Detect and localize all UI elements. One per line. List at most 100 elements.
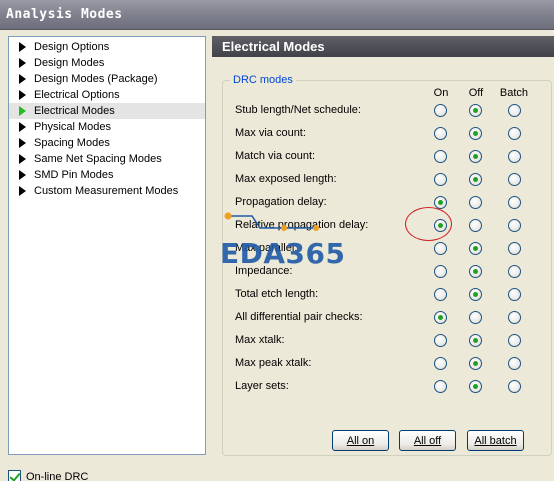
- watermark-text: EDA365: [220, 237, 346, 270]
- drc-mode-row: Max exposed length:: [212, 171, 554, 189]
- tree-item-label: Physical Modes: [34, 121, 112, 133]
- radio-batch[interactable]: [508, 242, 521, 255]
- radio-batch[interactable]: [508, 150, 521, 163]
- drc-mode-label: Max peak xtalk:: [235, 357, 312, 369]
- tree-item-electrical-options[interactable]: Electrical Options: [9, 87, 205, 103]
- radio-on[interactable]: [434, 334, 447, 347]
- drc-mode-label: Layer sets:: [235, 380, 289, 392]
- tree-item-spacing-modes[interactable]: Spacing Modes: [9, 135, 205, 151]
- radio-off[interactable]: [469, 196, 482, 209]
- all-off-label: All off: [413, 434, 442, 447]
- drc-mode-label: Max via count:: [235, 127, 306, 139]
- panel-title: Electrical Modes: [222, 39, 325, 54]
- radio-off[interactable]: [469, 242, 482, 255]
- radio-off[interactable]: [469, 334, 482, 347]
- window-title: Analysis Modes: [6, 7, 123, 22]
- tree-item-design-modes-package[interactable]: Design Modes (Package): [9, 71, 205, 87]
- radio-batch[interactable]: [508, 265, 521, 278]
- drc-mode-row: Match via count:: [212, 148, 554, 166]
- drc-mode-label: Stub length/Net schedule:: [235, 104, 361, 116]
- all-batch-label: All batch: [474, 434, 517, 447]
- radio-off[interactable]: [469, 265, 482, 278]
- radio-off[interactable]: [469, 127, 482, 140]
- radio-on[interactable]: [434, 380, 447, 393]
- radio-on[interactable]: [434, 311, 447, 324]
- tree-item-design-options[interactable]: Design Options: [9, 39, 205, 55]
- radio-on[interactable]: [434, 173, 447, 186]
- drc-mode-label: All differential pair checks:: [235, 311, 363, 323]
- drc-mode-label: Match via count:: [235, 150, 316, 162]
- radio-batch[interactable]: [508, 380, 521, 393]
- radio-batch[interactable]: [508, 311, 521, 324]
- column-header-batch: Batch: [499, 87, 529, 99]
- online-drc-checkbox[interactable]: [8, 470, 21, 481]
- tree-item-design-modes[interactable]: Design Modes: [9, 55, 205, 71]
- radio-off[interactable]: [469, 219, 482, 232]
- radio-on[interactable]: [434, 104, 447, 117]
- all-batch-button[interactable]: All batch: [467, 430, 524, 451]
- tree-expand-arrow-icon[interactable]: [19, 90, 26, 100]
- drc-mode-label: Propagation delay:: [235, 196, 327, 208]
- drc-mode-row: Stub length/Net schedule:: [212, 102, 554, 120]
- tree-item-label: Same Net Spacing Modes: [34, 153, 162, 165]
- tree-expand-arrow-icon[interactable]: [19, 186, 26, 196]
- tree-expand-arrow-icon[interactable]: [19, 106, 26, 116]
- online-drc-label: On-line DRC: [26, 471, 89, 481]
- radio-on[interactable]: [434, 242, 447, 255]
- radio-batch[interactable]: [508, 196, 521, 209]
- radio-off[interactable]: [469, 357, 482, 370]
- tree-item-label: SMD Pin Modes: [34, 169, 114, 181]
- tree-item-label: Electrical Modes: [34, 105, 115, 117]
- radio-off[interactable]: [469, 288, 482, 301]
- drc-mode-row: Max via count:: [212, 125, 554, 143]
- radio-batch[interactable]: [508, 357, 521, 370]
- tree-item-label: Design Modes: [34, 57, 105, 69]
- radio-batch[interactable]: [508, 334, 521, 347]
- drc-mode-row: Layer sets:: [212, 378, 554, 396]
- drc-modes-group-title: DRC modes: [230, 74, 296, 86]
- drc-mode-label: Max xtalk:: [235, 334, 285, 346]
- all-on-button[interactable]: All on: [332, 430, 389, 451]
- radio-off[interactable]: [469, 150, 482, 163]
- all-off-button[interactable]: All off: [399, 430, 456, 451]
- tree-item-label: Electrical Options: [34, 89, 120, 101]
- tree-expand-arrow-icon[interactable]: [19, 170, 26, 180]
- radio-batch[interactable]: [508, 127, 521, 140]
- highlight-circle-annotation: [405, 207, 452, 241]
- radio-off[interactable]: [469, 380, 482, 393]
- tree-expand-arrow-icon[interactable]: [19, 154, 26, 164]
- drc-mode-row: Max peak xtalk:: [212, 355, 554, 373]
- tree-item-label: Design Options: [34, 41, 110, 53]
- drc-mode-label: Total etch length:: [235, 288, 319, 300]
- tree-expand-arrow-icon[interactable]: [19, 138, 26, 148]
- radio-on[interactable]: [434, 265, 447, 278]
- watermark-logo-icon: [224, 212, 319, 231]
- radio-off[interactable]: [469, 173, 482, 186]
- radio-off[interactable]: [469, 311, 482, 324]
- drc-mode-row: All differential pair checks:: [212, 309, 554, 327]
- tree-item-smd-pin-modes[interactable]: SMD Pin Modes: [9, 167, 205, 183]
- title-bar[interactable]: Analysis Modes: [0, 0, 554, 30]
- tree-expand-arrow-icon[interactable]: [19, 74, 26, 84]
- radio-on[interactable]: [434, 150, 447, 163]
- mode-category-tree: Design Options Design Modes Design Modes (…: [8, 36, 206, 455]
- radio-on[interactable]: [434, 357, 447, 370]
- radio-batch[interactable]: [508, 288, 521, 301]
- radio-on[interactable]: [434, 127, 447, 140]
- column-header-off: Off: [468, 87, 484, 99]
- radio-on[interactable]: [434, 288, 447, 301]
- tree-item-electrical-modes[interactable]: Electrical Modes: [9, 103, 205, 119]
- all-on-label: All on: [346, 434, 375, 447]
- panel-header: Electrical Modes: [212, 36, 554, 57]
- radio-off[interactable]: [469, 104, 482, 117]
- drc-mode-row: Max xtalk:: [212, 332, 554, 350]
- tree-expand-arrow-icon[interactable]: [19, 58, 26, 68]
- tree-expand-arrow-icon[interactable]: [19, 122, 26, 132]
- radio-batch[interactable]: [508, 104, 521, 117]
- tree-item-custom-measurement-modes[interactable]: Custom Measurement Modes: [9, 183, 205, 199]
- radio-batch[interactable]: [508, 173, 521, 186]
- tree-expand-arrow-icon[interactable]: [19, 42, 26, 52]
- tree-item-same-net-spacing-modes[interactable]: Same Net Spacing Modes: [9, 151, 205, 167]
- radio-batch[interactable]: [508, 219, 521, 232]
- tree-item-physical-modes[interactable]: Physical Modes: [9, 119, 205, 135]
